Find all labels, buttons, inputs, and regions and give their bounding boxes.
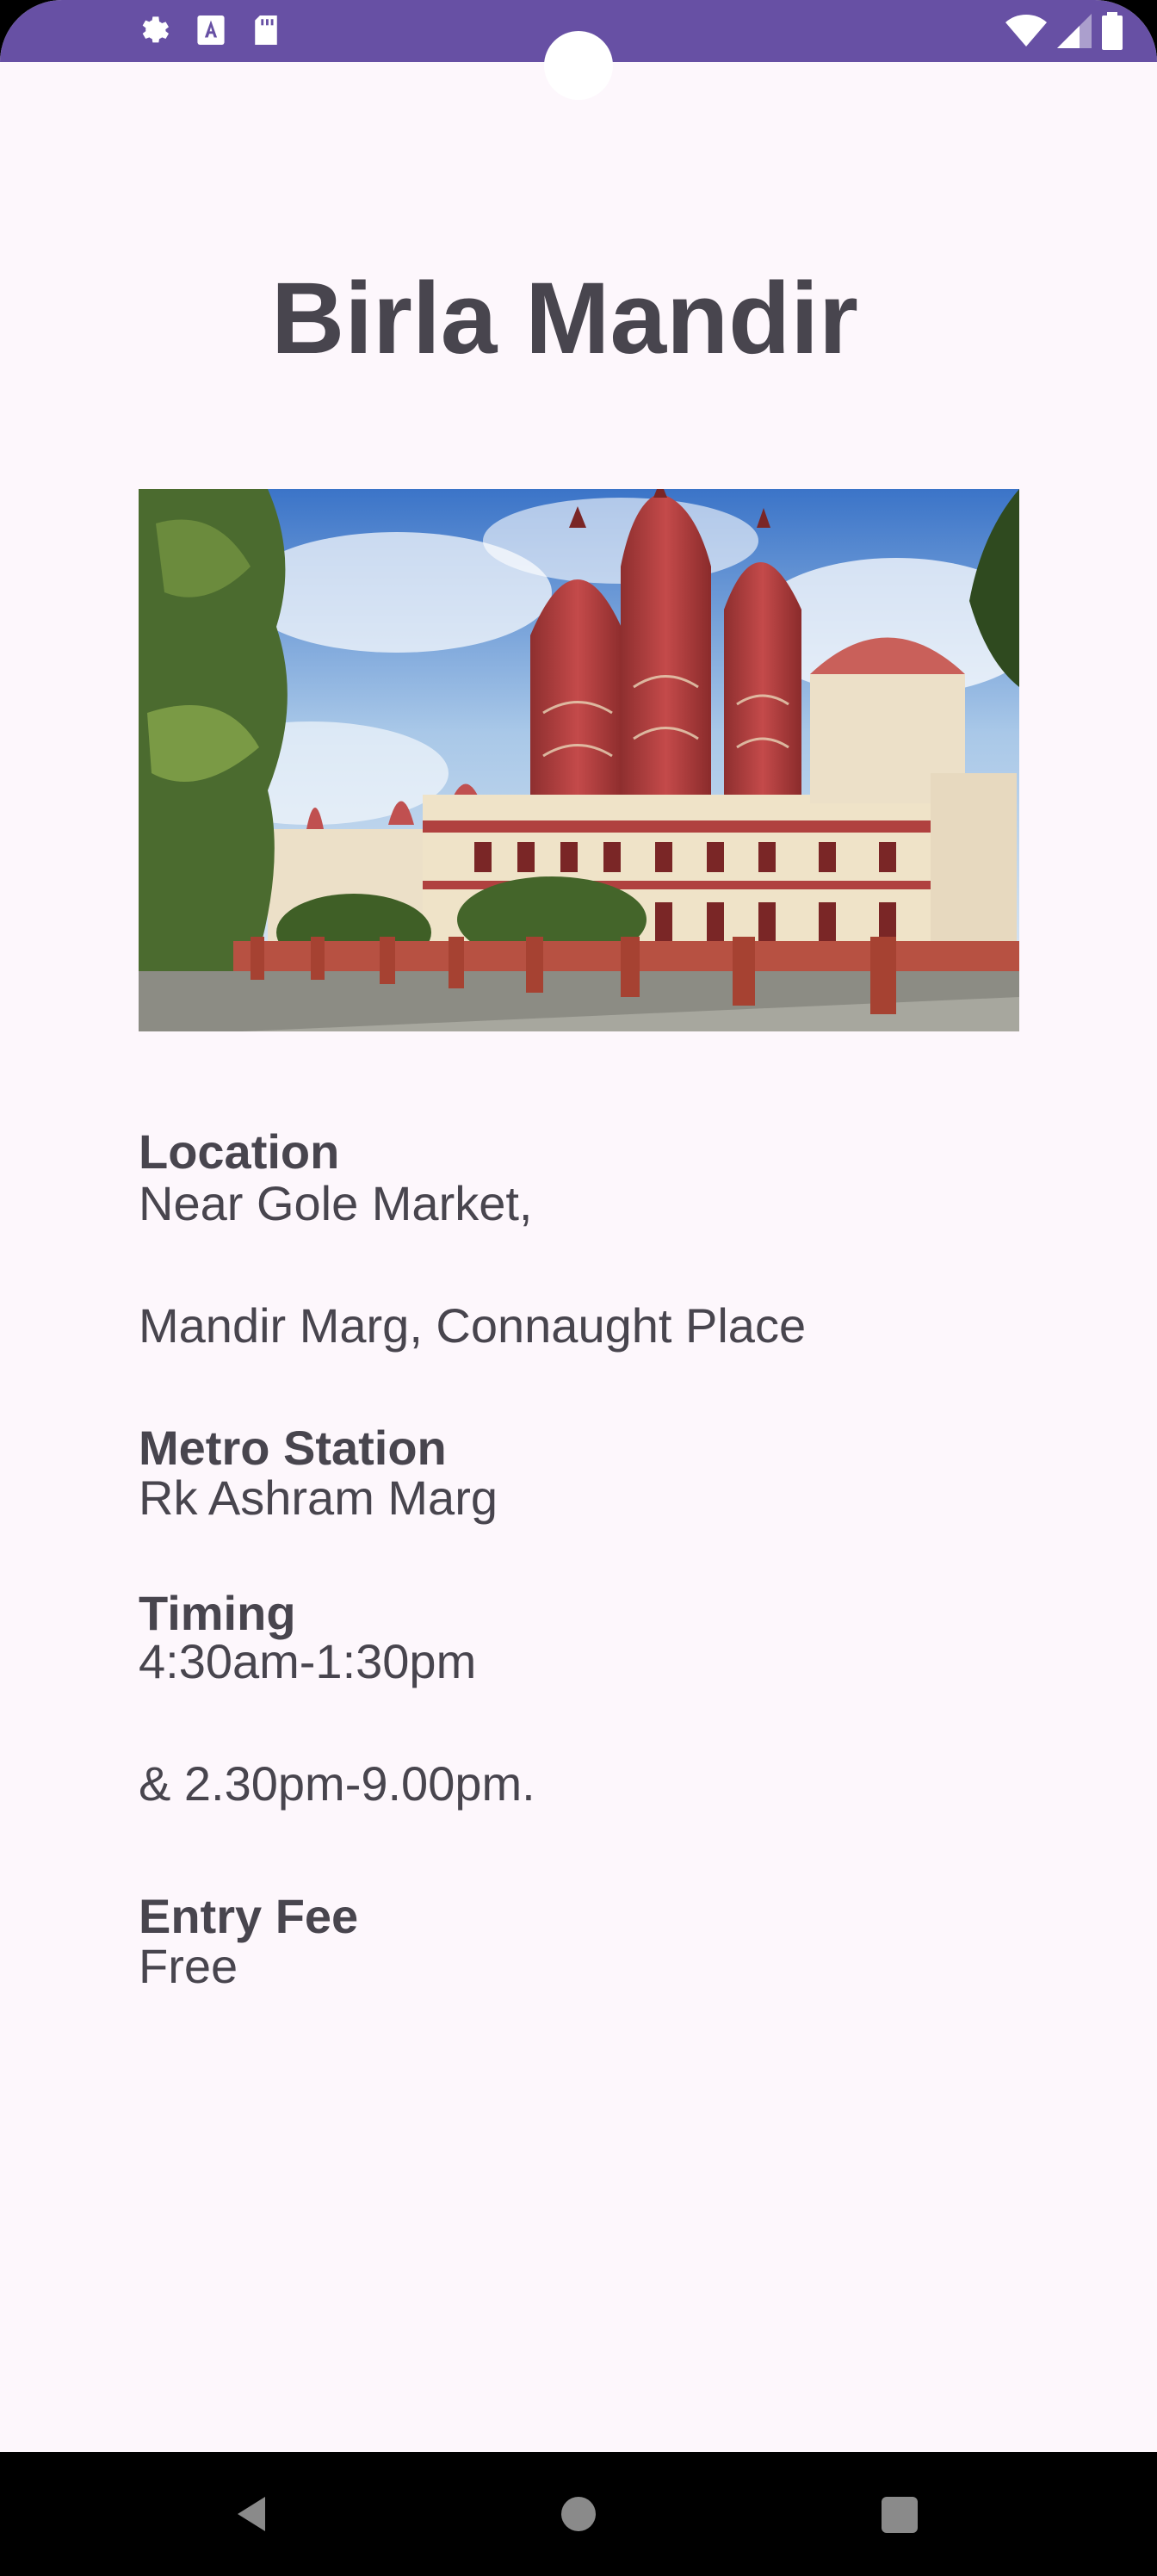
location-line-2: Mandir Marg, Connaught Place — [139, 1298, 807, 1353]
location-line-1: Near Gole Market, — [139, 1176, 533, 1230]
recents-icon[interactable] — [882, 2497, 918, 2533]
page-title: Birla Mandir — [271, 262, 858, 375]
home-icon[interactable] — [560, 2495, 597, 2533]
timing-line-2: & 2.30pm-9.00pm. — [139, 1756, 535, 1811]
birla-mandir-photo — [139, 489, 1019, 1031]
status-right-icons — [1005, 12, 1123, 50]
status-left-icons — [136, 14, 281, 48]
timing-label: Timing — [139, 1586, 296, 1640]
gear-icon — [142, 16, 169, 43]
metro-station-value: Rk Ashram Marg — [139, 1471, 498, 1525]
entry-fee-label: Entry Fee — [139, 1889, 359, 1943]
navigation-bar — [0, 2452, 1157, 2576]
entry-fee-value: Free — [139, 1939, 238, 1993]
camera-cutout — [544, 31, 613, 100]
metro-station-label: Metro Station — [139, 1421, 447, 1475]
font-a-icon — [197, 15, 225, 45]
back-icon[interactable] — [234, 2495, 272, 2533]
app-screen: Birla Mandir Location Near Gole Market, … — [0, 0, 1157, 2576]
timing-line-1: 4:30am-1:30pm — [139, 1634, 477, 1688]
cellular-signal-icon — [1057, 14, 1092, 48]
wifi-icon — [1005, 15, 1047, 46]
battery-icon — [1102, 12, 1123, 50]
location-label: Location — [139, 1124, 340, 1179]
sd-card-icon — [255, 15, 277, 45]
